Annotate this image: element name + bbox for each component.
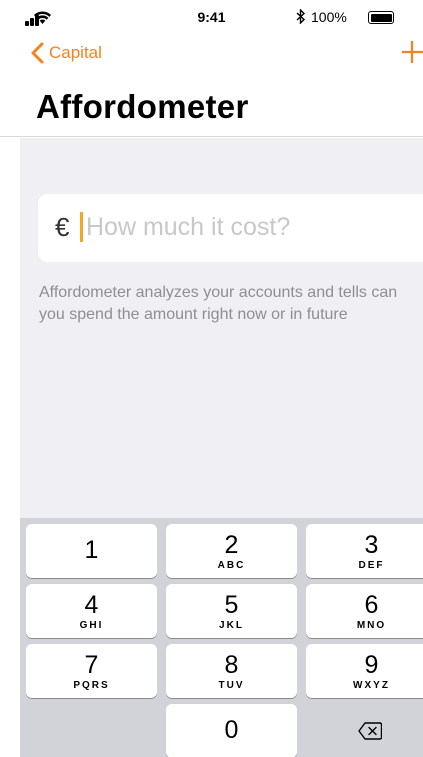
battery-percentage: 100% — [311, 9, 347, 25]
key-digit: 5 — [224, 591, 239, 619]
key-digit: 0 — [224, 716, 239, 744]
key-2[interactable]: 2 ABC — [166, 524, 297, 578]
hint-text: Affordometer analyzes your accounts and … — [39, 284, 398, 323]
currency-symbol: € — [55, 212, 70, 242]
status-time: 9:41 — [197, 9, 226, 25]
chevron-left-icon — [31, 42, 44, 64]
key-digit: 3 — [364, 531, 379, 559]
key-letters: MNO — [356, 620, 387, 631]
key-digit: 7 — [84, 651, 99, 679]
key-8[interactable]: 8 TUV — [166, 644, 297, 698]
navigation-bar: Capital Affordometer — [0, 32, 423, 137]
key-5[interactable]: 5 JKL — [166, 584, 297, 638]
back-button[interactable]: Capital — [30, 42, 102, 64]
battery-icon — [368, 11, 394, 24]
key-4[interactable]: 4 GHI — [26, 584, 157, 638]
key-7[interactable]: 7 PQRS — [26, 644, 157, 698]
key-letters: TUV — [218, 680, 245, 691]
key-letters: WXYZ — [353, 680, 390, 691]
key-digit: 1 — [84, 536, 99, 564]
key-letters: PQRS — [73, 680, 110, 691]
key-digit: 8 — [224, 651, 239, 679]
key-3[interactable]: 3 DEF — [306, 524, 423, 578]
key-0[interactable]: 0 — [166, 704, 297, 757]
back-button-label: Capital — [49, 43, 102, 62]
delete-key[interactable] — [304, 705, 423, 757]
amount-field[interactable]: € — [38, 194, 423, 262]
key-6[interactable]: 6 MNO — [306, 584, 423, 638]
numeric-keypad: 1 2 ABC 3 DEF 4 GHI 5 JKL 6 MNO 7 PQRS 8… — [20, 518, 423, 757]
app-screen: 9:41 100% Capital Affordometer € Affordo… — [0, 0, 423, 757]
plus-icon[interactable] — [401, 40, 423, 64]
key-1[interactable]: 1 — [26, 524, 157, 578]
amount-input[interactable] — [86, 207, 423, 247]
key-letters: DEF — [358, 560, 385, 571]
bluetooth-icon — [296, 9, 306, 24]
key-digit: 2 — [224, 531, 239, 559]
text-caret — [80, 212, 83, 242]
page-title: Affordometer — [36, 88, 249, 125]
key-letters: JKL — [219, 620, 244, 631]
key-digit: 9 — [364, 651, 379, 679]
key-digit: 4 — [84, 591, 99, 619]
backspace-icon — [358, 722, 382, 740]
status-bar: 9:41 100% — [0, 0, 423, 32]
content-area: € Affordometer analyzes your accounts an… — [20, 138, 423, 518]
key-digit: 6 — [364, 591, 379, 619]
key-letters: GHI — [79, 620, 104, 631]
key-9[interactable]: 9 WXYZ — [306, 644, 423, 698]
key-letters: ABC — [217, 560, 246, 571]
